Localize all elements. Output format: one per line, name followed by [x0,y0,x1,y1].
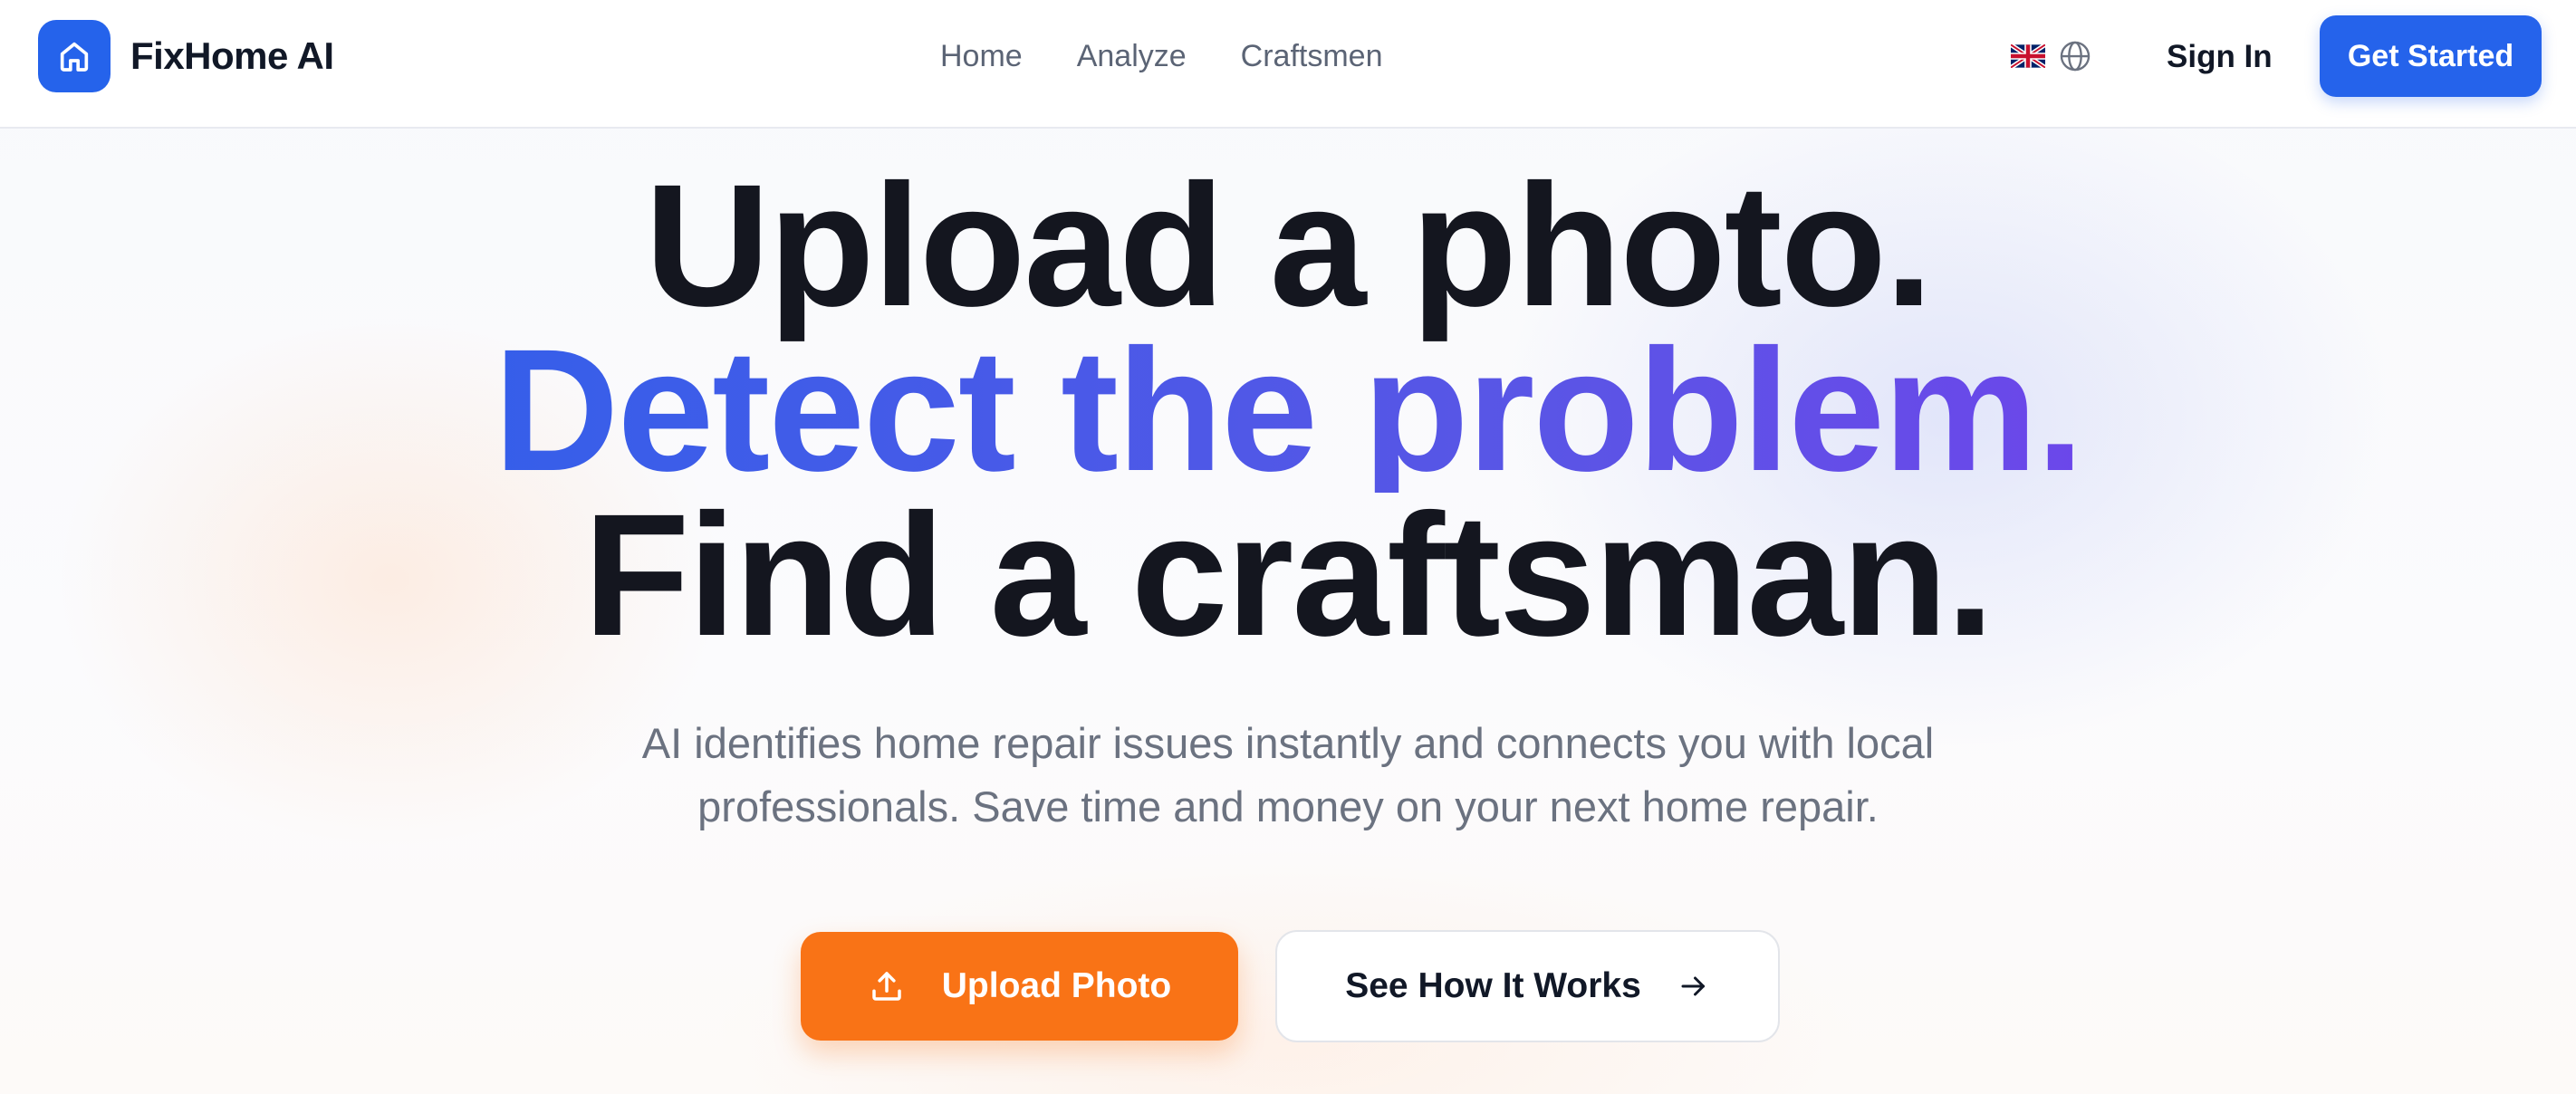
headline-line-1: Upload a photo. [644,148,1934,342]
nav-analyze[interactable]: Analyze [1077,34,1187,78]
upload-photo-label: Upload Photo [941,966,1172,1005]
subtitle-line-1: AI identifies home repair issues instant… [641,719,1935,767]
nav-craftsmen[interactable]: Craftsmen [1241,34,1383,78]
main-nav: Home Analyze Craftsmen [940,34,1383,78]
upload-icon [872,972,901,1001]
headline-line-3: Find a craftsman. [583,477,1994,672]
headline-line-2: Detect the problem. [0,323,2576,497]
see-how-it-works-label: See How It Works [1345,966,1641,1005]
nav-home[interactable]: Home [940,34,1023,78]
brand-logo[interactable]: FixHome AI [38,20,334,92]
uk-flag-icon [2011,44,2045,68]
top-navbar: FixHome AI Home Analyze Craftsmen Sign I… [0,0,2576,129]
hero-headline: Upload a photo. Detect the problem. Find… [0,148,2576,672]
get-started-button[interactable]: Get Started [2320,15,2542,97]
language-switcher[interactable] [2011,39,2092,73]
sign-in-link[interactable]: Sign In [2167,34,2273,80]
upload-photo-button[interactable]: Upload Photo [801,932,1238,1041]
hero-subtitle: AI identifies home repair issues instant… [563,712,2013,839]
see-how-it-works-button[interactable]: See How It Works [1275,930,1780,1042]
landing-page: FixHome AI Home Analyze Craftsmen Sign I… [0,0,2576,1094]
subtitle-line-2: professionals. Save time and money on yo… [697,782,1879,830]
brand-name: FixHome AI [130,34,334,77]
globe-icon [2060,41,2091,72]
home-icon [38,20,111,92]
arrow-right-icon [1681,976,1705,996]
